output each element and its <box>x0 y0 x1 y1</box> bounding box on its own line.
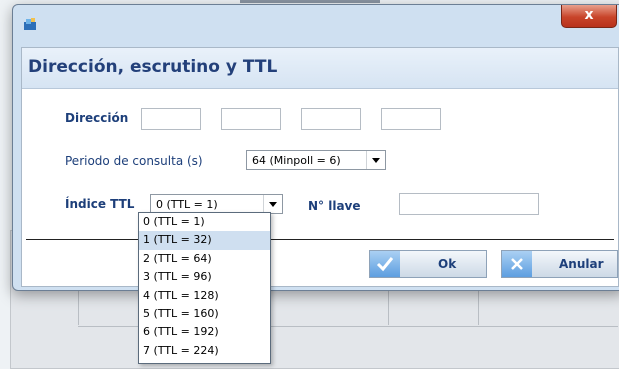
periodo-select-value: 64 (Minpoll = 6) <box>252 154 341 167</box>
ip-octet-1-input[interactable] <box>141 108 201 130</box>
ttl-select[interactable]: 0 (TTL = 1) <box>150 194 283 214</box>
dialog-title: Dirección, escrutino y TTL <box>28 57 278 77</box>
ip-octet-4-input[interactable] <box>381 108 441 130</box>
ttl-option-3[interactable]: 3 (TTL = 96) <box>139 268 270 286</box>
direccion-label: Dirección <box>65 111 129 125</box>
ok-button-label: Ok <box>438 257 457 271</box>
dialog-content: Dirección, escrutino y TTL Dirección Per… <box>21 47 619 287</box>
dialog-window: x Dirección, escrutino y TTL Dirección P… <box>12 4 619 291</box>
app-icon <box>24 18 36 30</box>
ttl-option-0[interactable]: 0 (TTL = 1) <box>139 213 270 231</box>
ttl-label: Índice TTL <box>65 197 135 211</box>
ip-octet-2-input[interactable] <box>221 108 281 130</box>
ok-button[interactable]: Ok <box>369 250 487 278</box>
x-icon <box>502 251 532 277</box>
close-button[interactable]: x <box>561 5 617 28</box>
chevron-down-icon[interactable] <box>263 195 282 213</box>
ttl-option-7[interactable]: 7 (TTL = 224) <box>139 342 270 360</box>
ttl-select-value: 0 (TTL = 1) <box>156 198 218 211</box>
ttl-option-2[interactable]: 2 (TTL = 64) <box>139 250 270 268</box>
divider <box>26 239 614 240</box>
ttl-option-6[interactable]: 6 (TTL = 192) <box>139 323 270 341</box>
llave-label: N° llave <box>308 199 361 213</box>
ttl-option-5[interactable]: 5 (TTL = 160) <box>139 305 270 323</box>
periodo-select[interactable]: 64 (Minpoll = 6) <box>246 150 386 170</box>
cancel-button[interactable]: Anular <box>501 250 618 278</box>
background-window-edge <box>240 0 380 3</box>
ttl-dropdown-list: 0 (TTL = 1) 1 (TTL = 32) 2 (TTL = 64) 3 … <box>138 212 271 364</box>
close-icon: x <box>584 7 594 23</box>
llave-input[interactable] <box>399 193 539 215</box>
checkmark-icon <box>370 251 400 277</box>
ip-octet-3-input[interactable] <box>301 108 361 130</box>
periodo-label: Periodo de consulta (s) <box>65 154 203 168</box>
cancel-button-label: Anular <box>559 257 604 271</box>
chevron-down-icon[interactable] <box>366 151 385 169</box>
ttl-option-4[interactable]: 4 (TTL = 128) <box>139 287 270 305</box>
header-band: Dirección, escrutino y TTL <box>22 48 618 89</box>
title-bar[interactable]: x <box>13 5 619 43</box>
ttl-option-1[interactable]: 1 (TTL = 32) <box>139 231 270 250</box>
